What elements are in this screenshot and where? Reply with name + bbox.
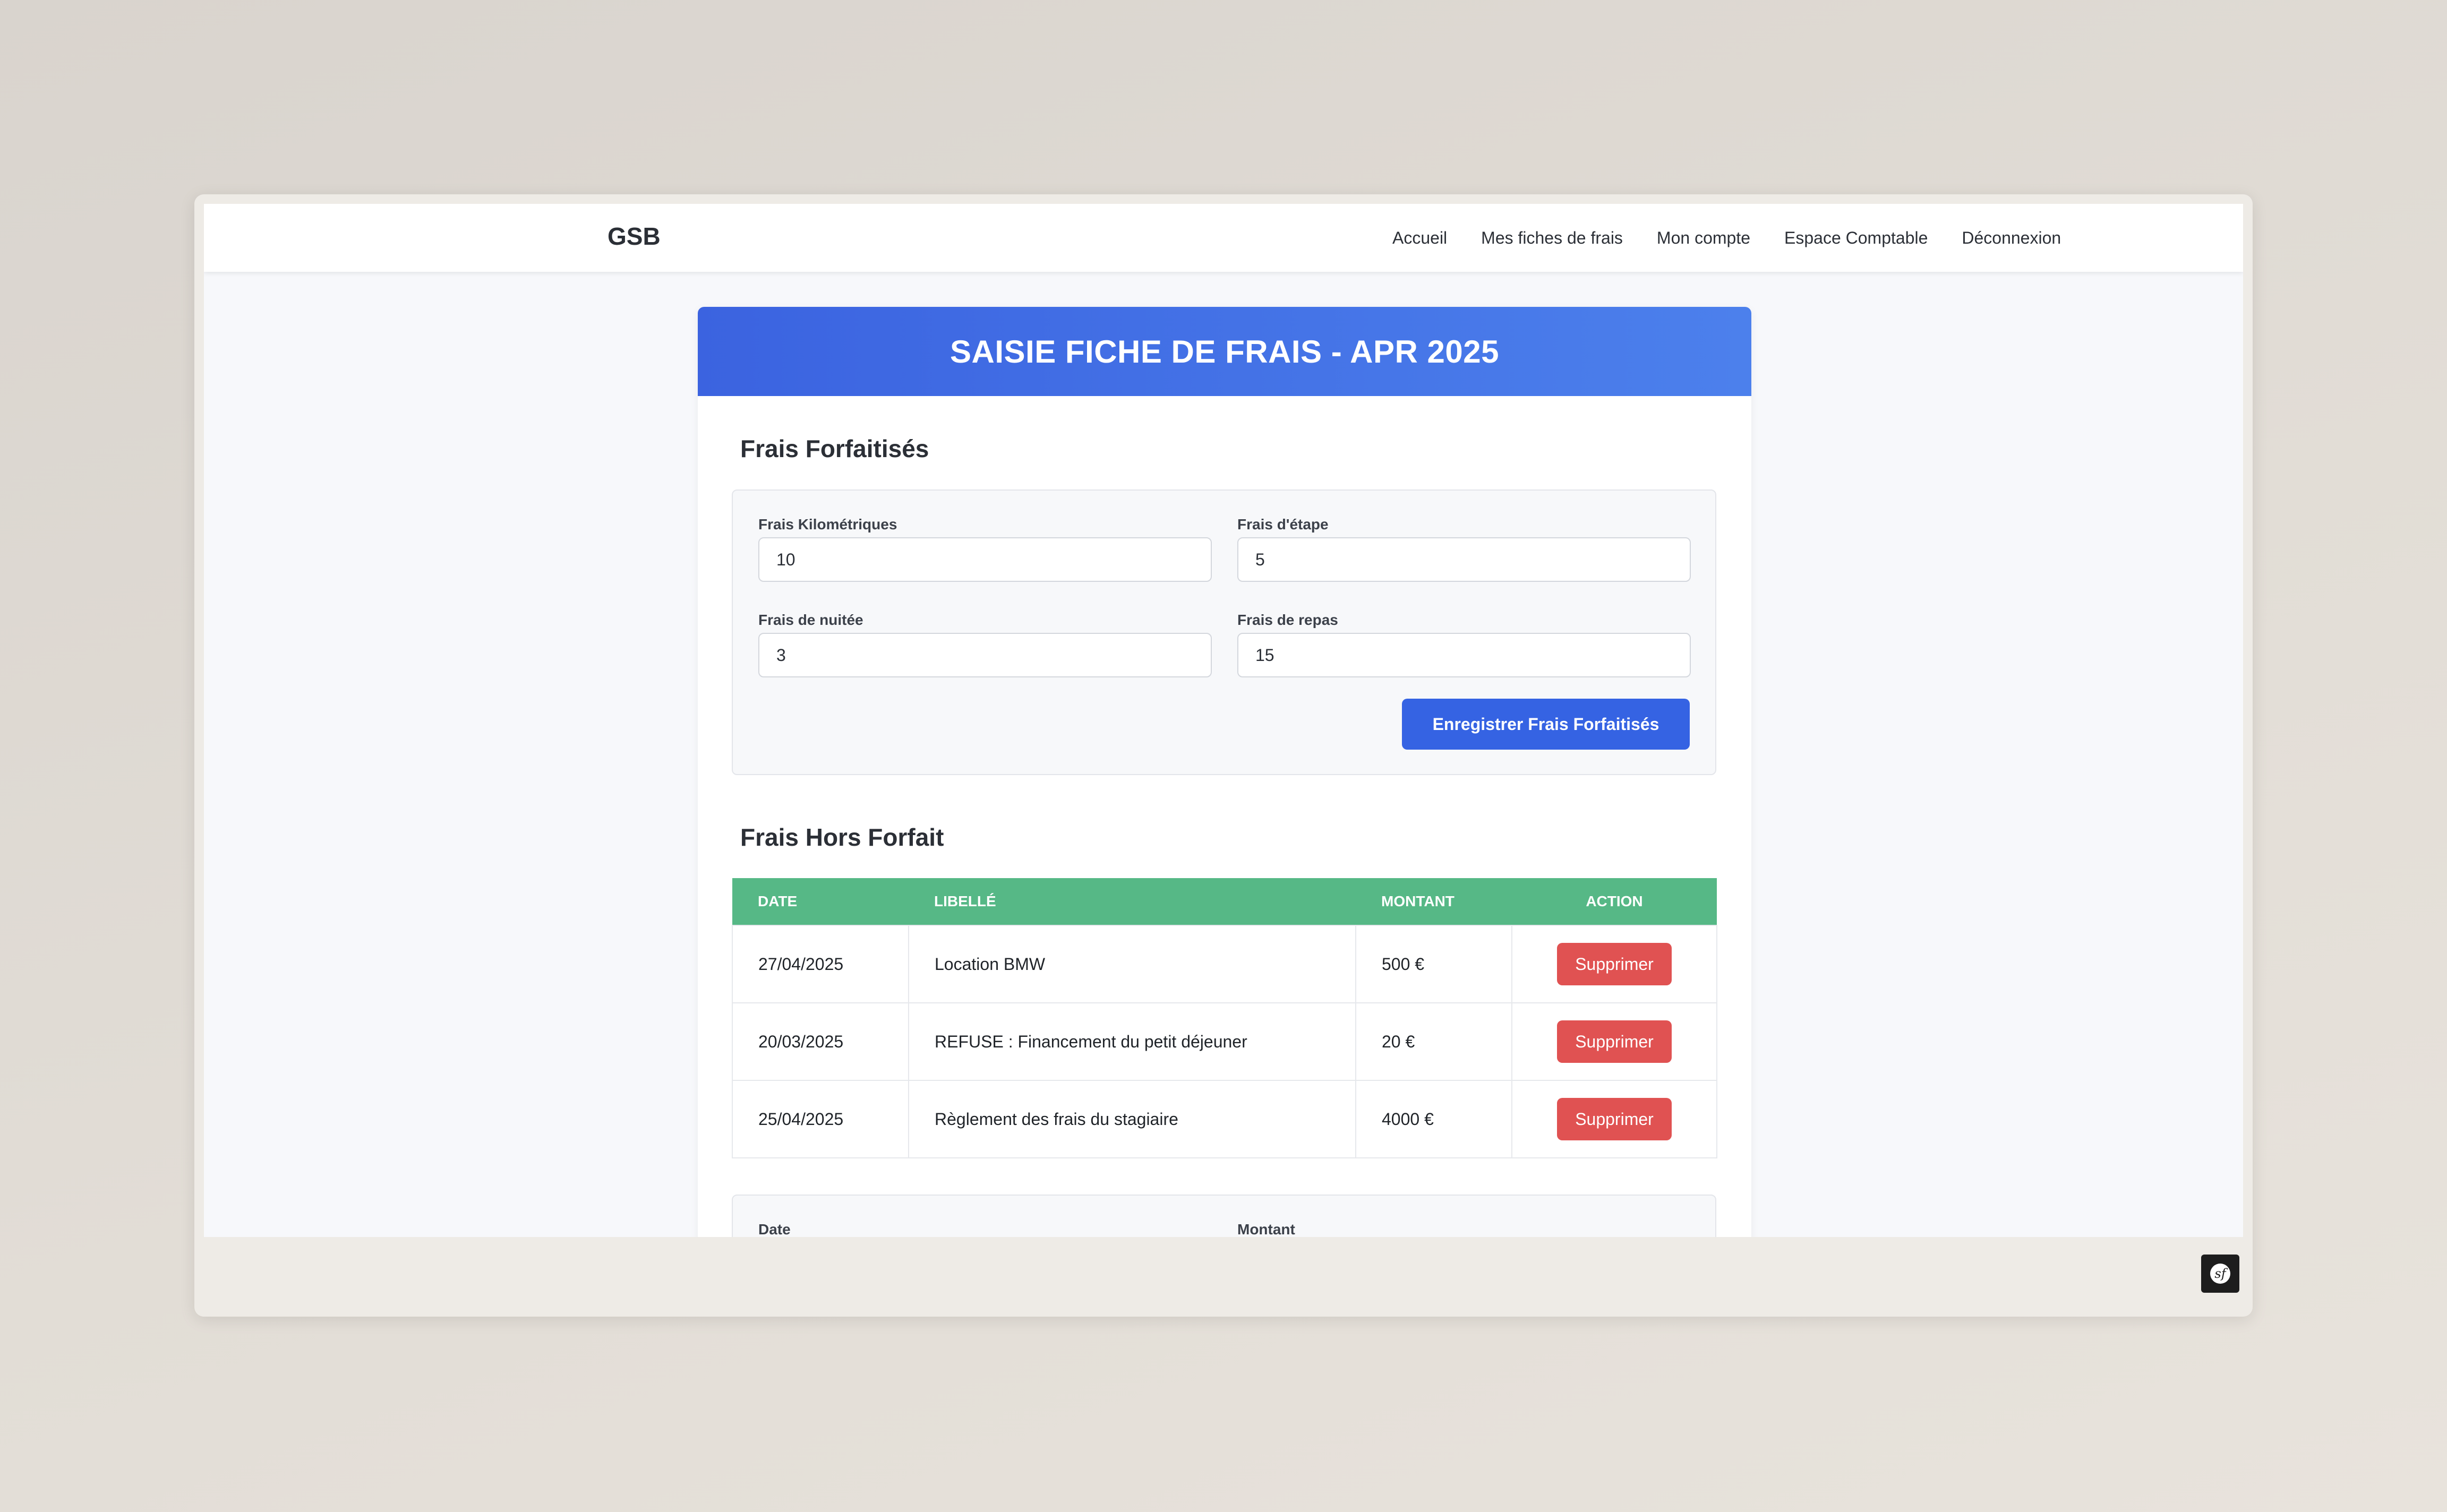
section-title-hors-forfait: Frais Hors Forfait bbox=[740, 823, 944, 851]
card-header: SAISIE FICHE DE FRAIS - APR 2025 bbox=[698, 307, 1751, 396]
delete-button[interactable]: Supprimer bbox=[1557, 1098, 1672, 1140]
kilometriques-input[interactable] bbox=[758, 537, 1212, 582]
cell-action: Supprimer bbox=[1511, 1080, 1717, 1158]
cell-montant: 20 € bbox=[1355, 1002, 1512, 1081]
etape-input[interactable] bbox=[1237, 537, 1691, 582]
nav-link-espace-comptable[interactable]: Espace Comptable bbox=[1784, 228, 1928, 248]
nav-link-mes-fiches[interactable]: Mes fiches de frais bbox=[1481, 228, 1623, 248]
table-header-row: DATE LIBELLÉ MONTANT ACTION bbox=[732, 878, 1717, 925]
section-title-forfait: Frais Forfaitisés bbox=[740, 435, 929, 462]
cell-date: 20/03/2025 bbox=[732, 1002, 909, 1081]
hors-forfait-form: Date Montant bbox=[732, 1195, 1716, 1237]
field-label: Montant bbox=[1237, 1221, 1295, 1237]
table-row: 25/04/2025 Règlement des frais du stagia… bbox=[732, 1080, 1717, 1158]
field-date: Date bbox=[758, 1221, 1212, 1237]
nav-link-mon-compte[interactable]: Mon compte bbox=[1657, 228, 1750, 248]
cell-montant: 4000 € bbox=[1355, 1080, 1512, 1158]
cell-date: 25/04/2025 bbox=[732, 1080, 909, 1158]
nuitee-input[interactable] bbox=[758, 633, 1212, 677]
cell-action: Supprimer bbox=[1511, 1002, 1717, 1081]
nav-link-accueil[interactable]: Accueil bbox=[1392, 228, 1447, 248]
repas-input[interactable] bbox=[1237, 633, 1691, 677]
column-header-action: ACTION bbox=[1512, 878, 1717, 925]
forfait-form: Frais Kilométriques Frais d'étape Frais … bbox=[732, 489, 1716, 775]
delete-button[interactable]: Supprimer bbox=[1557, 1020, 1672, 1063]
page-viewport: GSB Accueil Mes fiches de frais Mon comp… bbox=[204, 204, 2243, 1237]
browser-window: GSB Accueil Mes fiches de frais Mon comp… bbox=[194, 194, 2253, 1317]
page-title: SAISIE FICHE DE FRAIS - APR 2025 bbox=[949, 333, 1499, 370]
delete-button[interactable]: Supprimer bbox=[1557, 943, 1672, 985]
cell-montant: 500 € bbox=[1355, 925, 1512, 1003]
hors-forfait-table: DATE LIBELLÉ MONTANT ACTION 27/04/2025 L… bbox=[732, 878, 1717, 1158]
fiche-frais-card: SAISIE FICHE DE FRAIS - APR 2025 Frais F… bbox=[698, 307, 1751, 1237]
field-label: Frais de nuitée bbox=[758, 612, 863, 628]
field-kilometriques: Frais Kilométriques bbox=[758, 516, 1212, 582]
column-header-date: DATE bbox=[732, 878, 909, 925]
field-nuitee: Frais de nuitée bbox=[758, 612, 1212, 677]
field-label: Date bbox=[758, 1221, 791, 1237]
cell-libelle: Location BMW bbox=[908, 925, 1356, 1003]
cell-date: 27/04/2025 bbox=[732, 925, 909, 1003]
nav-link-deconnexion[interactable]: Déconnexion bbox=[1962, 228, 2061, 248]
field-repas: Frais de repas bbox=[1237, 612, 1691, 677]
cell-libelle: Règlement des frais du stagiaire bbox=[908, 1080, 1356, 1158]
field-label: Frais de repas bbox=[1237, 612, 1338, 628]
table-row: 27/04/2025 Location BMW 500 € Supprimer bbox=[732, 925, 1717, 1003]
column-header-montant: MONTANT bbox=[1356, 878, 1512, 925]
brand-logo[interactable]: GSB bbox=[608, 222, 661, 251]
column-header-libelle: LIBELLÉ bbox=[909, 878, 1356, 925]
symfony-logo-icon: sf bbox=[2210, 1264, 2230, 1284]
save-forfait-button[interactable]: Enregistrer Frais Forfaitisés bbox=[1402, 699, 1690, 750]
symfony-icon[interactable]: sf bbox=[2201, 1255, 2239, 1293]
field-montant: Montant bbox=[1237, 1221, 1691, 1237]
field-label: Frais d'étape bbox=[1237, 516, 1329, 532]
cell-action: Supprimer bbox=[1511, 925, 1717, 1003]
navbar: GSB Accueil Mes fiches de frais Mon comp… bbox=[204, 204, 2243, 272]
field-label: Frais Kilométriques bbox=[758, 516, 897, 532]
nav-links: Accueil Mes fiches de frais Mon compte E… bbox=[1392, 204, 2061, 272]
table-row: 20/03/2025 REFUSE : Financement du petit… bbox=[732, 1002, 1717, 1081]
cell-libelle: REFUSE : Financement du petit déjeuner bbox=[908, 1002, 1356, 1081]
field-etape: Frais d'étape bbox=[1237, 516, 1691, 582]
